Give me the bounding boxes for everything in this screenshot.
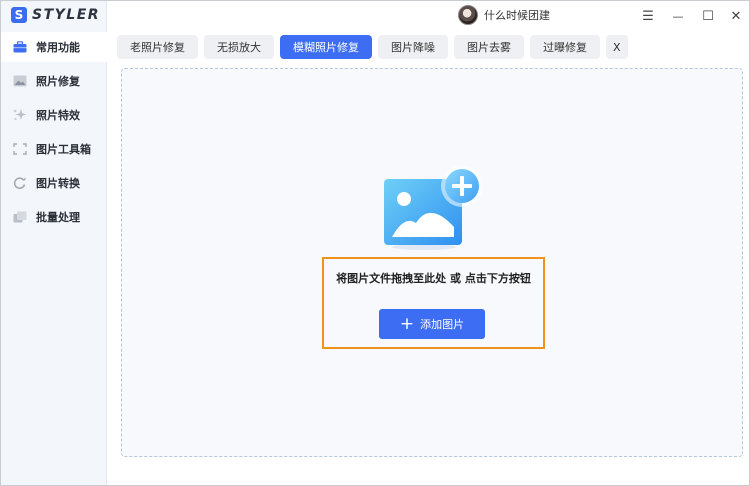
maximize-button[interactable]: ☐ xyxy=(699,7,717,25)
convert-icon xyxy=(13,177,27,189)
sidebar-item-label: 图片转换 xyxy=(36,177,80,190)
feature-tabs: 老照片修复 无损放大 模糊照片修复 图片降噪 图片去雾 过曝修复 X xyxy=(117,35,634,59)
sidebar-item-label: 常用功能 xyxy=(36,41,80,54)
logo-icon: S xyxy=(11,7,27,23)
tab-image-dehaze[interactable]: 图片去雾 xyxy=(454,35,524,59)
sidebar-item-label: 批量处理 xyxy=(36,211,80,224)
tab-blurry-photo-repair[interactable]: 模糊照片修复 xyxy=(280,35,372,59)
photo-icon xyxy=(13,75,27,87)
app-name: STYLER xyxy=(32,7,101,23)
sidebar: S STYLER 常用功能 照片修复 照片特效 图片工具箱 图片转换 批量处理 xyxy=(1,1,107,485)
drop-instruction: 将图片文件拖拽至此处 或 点击下方按钮 xyxy=(336,272,531,285)
user-profile[interactable]: 什么时候团建 xyxy=(458,5,550,25)
sidebar-item-photo-repair[interactable]: 照片修复 xyxy=(1,66,107,96)
add-image-icon xyxy=(384,165,484,251)
sparkle-icon xyxy=(13,109,27,121)
batch-icon xyxy=(13,211,27,223)
avatar xyxy=(458,5,478,25)
toolbox-icon xyxy=(13,41,27,53)
sidebar-item-label: 照片特效 xyxy=(36,109,80,122)
plus-icon: + xyxy=(399,313,415,334)
sidebar-item-image-toolbox[interactable]: 图片工具箱 xyxy=(1,134,107,164)
upload-prompt-highlight: 将图片文件拖拽至此处 或 点击下方按钮 + 添加图片 xyxy=(322,257,545,349)
sidebar-nav: 常用功能 照片修复 照片特效 图片工具箱 图片转换 批量处理 xyxy=(1,32,107,236)
sidebar-item-image-convert[interactable]: 图片转换 xyxy=(1,168,107,198)
crop-icon xyxy=(13,143,27,155)
sidebar-item-photo-effects[interactable]: 照片特效 xyxy=(1,100,107,130)
tab-old-photo-repair[interactable]: 老照片修复 xyxy=(117,35,198,59)
title-bar: 什么时候团建 ☰ — ☐ ✕ xyxy=(107,1,749,31)
tab-close-button[interactable]: X xyxy=(606,35,628,59)
sidebar-item-label: 照片修复 xyxy=(36,75,80,88)
sidebar-item-common-functions[interactable]: 常用功能 xyxy=(1,32,107,62)
app-window: S STYLER 常用功能 照片修复 照片特效 图片工具箱 图片转换 批量处理 … xyxy=(0,0,750,486)
tab-image-denoise[interactable]: 图片降噪 xyxy=(378,35,448,59)
menu-button[interactable]: ☰ xyxy=(639,7,657,25)
close-button[interactable]: ✕ xyxy=(727,7,745,25)
app-logo: S STYLER xyxy=(11,6,100,24)
minimize-button[interactable]: — xyxy=(669,7,687,25)
username: 什么时候团建 xyxy=(484,9,550,22)
sidebar-item-batch-process[interactable]: 批量处理 xyxy=(1,202,107,232)
tab-lossless-upscale[interactable]: 无损放大 xyxy=(204,35,274,59)
add-image-label: 添加图片 xyxy=(420,318,465,331)
tab-overexposure-repair[interactable]: 过曝修复 xyxy=(530,35,600,59)
sidebar-item-label: 图片工具箱 xyxy=(36,143,91,156)
add-image-button[interactable]: + 添加图片 xyxy=(379,309,485,339)
